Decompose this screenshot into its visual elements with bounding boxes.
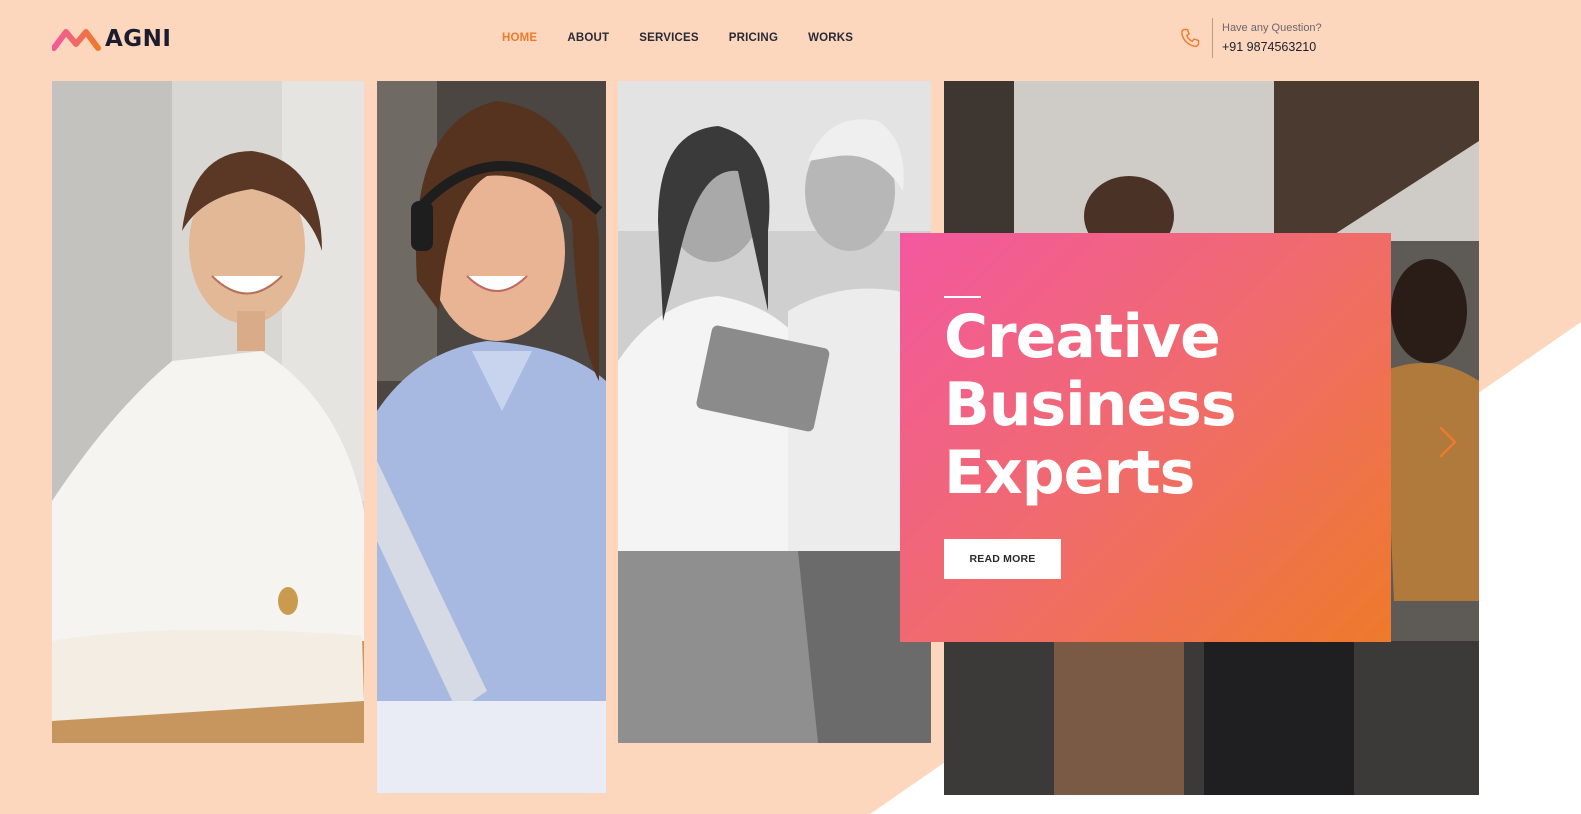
nav-works[interactable]: WORKS bbox=[808, 32, 853, 44]
hero-card: Creative Business Experts READ MORE bbox=[900, 233, 1391, 642]
logo[interactable]: AGNI bbox=[52, 26, 172, 52]
header-contact: Have any Question? +91 9874563210 bbox=[1178, 18, 1322, 58]
logo-text: AGNI bbox=[105, 26, 172, 52]
contact-divider bbox=[1212, 18, 1213, 58]
two-women-tablet-photo bbox=[618, 81, 931, 743]
chevron-right-icon[interactable] bbox=[1436, 424, 1460, 460]
phone-icon bbox=[1181, 28, 1200, 47]
nav-pricing[interactable]: PRICING bbox=[729, 32, 778, 44]
hero-title-line-3: Experts bbox=[944, 438, 1195, 508]
nav-about[interactable]: ABOUT bbox=[567, 32, 609, 44]
read-more-button[interactable]: READ MORE bbox=[944, 539, 1061, 579]
main-nav: HOME ABOUT SERVICES PRICING WORKS bbox=[502, 32, 883, 44]
nav-home[interactable]: HOME bbox=[502, 32, 537, 44]
nav-services[interactable]: SERVICES bbox=[639, 32, 699, 44]
hero-title-line-2: Business bbox=[944, 370, 1237, 440]
contact-phone[interactable]: +91 9874563210 bbox=[1222, 40, 1322, 54]
smiling-woman-photo bbox=[52, 81, 364, 743]
hero-title-line-1: Creative bbox=[944, 302, 1221, 372]
call-center-woman-photo bbox=[377, 81, 606, 793]
contact-question: Have any Question? bbox=[1222, 22, 1322, 34]
hero-title: Creative Business Experts bbox=[944, 303, 1374, 507]
logo-mark-icon bbox=[52, 29, 101, 51]
hero-accent-line bbox=[944, 296, 981, 298]
